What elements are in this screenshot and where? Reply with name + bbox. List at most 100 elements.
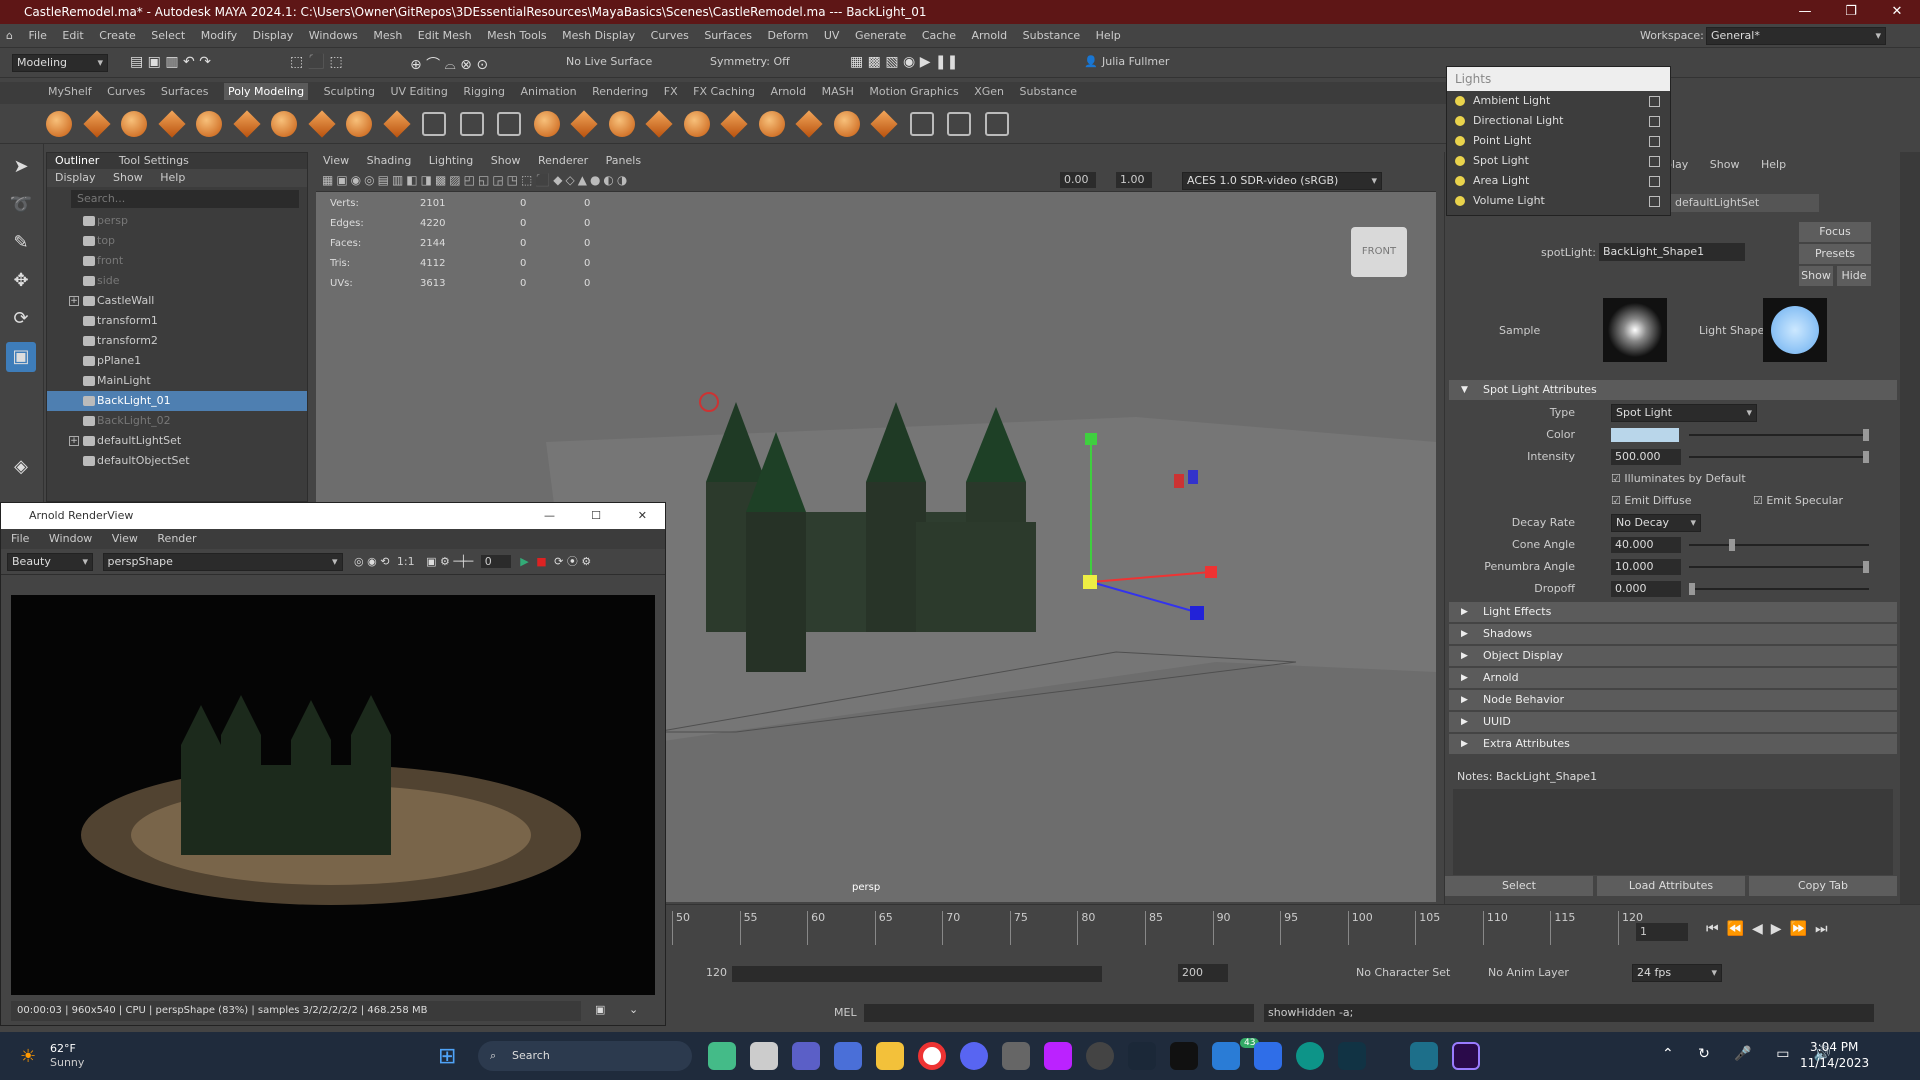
taskbar-app-icon[interactable]	[1296, 1042, 1324, 1070]
mail-icon[interactable]	[1212, 1042, 1240, 1070]
menu-help[interactable]: Help	[1096, 29, 1121, 42]
menu-create[interactable]: Create	[99, 29, 136, 42]
menu-arnold[interactable]: Arnold	[972, 29, 1008, 42]
section-header[interactable]: Object Display	[1449, 646, 1897, 666]
weather-temp[interactable]: 62°F	[50, 1042, 76, 1055]
command-input[interactable]	[864, 1004, 1254, 1022]
load-attributes-button[interactable]: Load Attributes	[1597, 876, 1745, 896]
poly-cone-icon[interactable]	[157, 110, 186, 138]
cone-field[interactable]: 40.000	[1611, 537, 1681, 553]
vp-menu-lighting[interactable]: Lighting	[429, 154, 473, 167]
poly-plane-icon[interactable]	[232, 110, 261, 138]
spot-light-attributes-header[interactable]: Spot Light Attributes	[1449, 380, 1897, 400]
vp-menu-shading[interactable]: Shading	[367, 154, 412, 167]
menu-select[interactable]: Select	[151, 29, 185, 42]
menu-edit[interactable]: Edit	[62, 29, 83, 42]
amazon-music-icon[interactable]	[1044, 1042, 1072, 1070]
presets-button[interactable]: Presets	[1799, 244, 1871, 264]
light-type-item[interactable]: Volume Light	[1447, 191, 1670, 211]
attr-menu-show[interactable]: Show	[1710, 158, 1740, 171]
sweep-mesh-icon[interactable]	[382, 110, 411, 138]
shelf-tab[interactable]: Arnold	[770, 85, 806, 98]
outliner-item[interactable]: + defaultLightSet	[47, 431, 307, 451]
menu-uv[interactable]: UV	[824, 29, 840, 42]
light-option-icon[interactable]	[1649, 116, 1660, 127]
outliner-menu-help[interactable]: Help	[160, 171, 185, 184]
light-option-icon[interactable]	[1649, 176, 1660, 187]
obs-icon[interactable]	[1086, 1042, 1114, 1070]
section-header[interactable]: Shadows	[1449, 624, 1897, 644]
color-slider[interactable]	[1689, 429, 1869, 441]
rv-refresh-icon[interactable]: ⟳ ⦿ ⚙	[554, 555, 591, 568]
smooth-icon[interactable]	[608, 111, 635, 137]
maya-icon[interactable]	[1410, 1042, 1438, 1070]
intensity-slider[interactable]	[1689, 451, 1869, 463]
color-swatch[interactable]	[1611, 428, 1679, 442]
outliner-item[interactable]: top	[47, 231, 307, 251]
shelf-tab[interactable]: Surfaces	[161, 85, 209, 98]
hide-button[interactable]: Hide	[1837, 266, 1871, 286]
mirror-icon[interactable]	[683, 111, 710, 137]
light-type-item[interactable]: Directional Light	[1447, 111, 1670, 131]
snapshot-icon[interactable]: ▣	[595, 1003, 605, 1016]
clock-date[interactable]: 11/14/2023	[1800, 1056, 1869, 1070]
penumbra-slider[interactable]	[1689, 561, 1869, 573]
dropoff-field[interactable]: 0.000	[1611, 581, 1681, 597]
cone-slider[interactable]	[1689, 539, 1869, 551]
shelf-tab[interactable]: Substance	[1020, 85, 1078, 98]
menu-display[interactable]: Display	[253, 29, 294, 42]
type-dropdown[interactable]: Spot Light	[1611, 404, 1757, 422]
minimize-button[interactable]: —	[1782, 0, 1828, 24]
attr-tab[interactable]: defaultLightSet	[1669, 194, 1819, 212]
light-option-icon[interactable]	[1649, 196, 1660, 207]
emit-diffuse-checkbox[interactable]: ☑ Emit Diffuse	[1611, 490, 1691, 512]
shelf-tab-active[interactable]: Poly Modeling	[223, 83, 309, 100]
panel-toolbar-icons[interactable]: ▦▣◉◎▤▥◧◨▩▨◰◱◲◳⬚⬛◆◇▲●◐◑	[322, 173, 630, 187]
rv-value-field[interactable]: 0	[480, 555, 511, 568]
menu-mesh[interactable]: Mesh	[373, 29, 402, 42]
light-option-icon[interactable]	[1649, 156, 1660, 167]
vp-menu-view[interactable]: View	[323, 154, 349, 167]
copy-tab-button[interactable]: Copy Tab	[1749, 876, 1897, 896]
menu-modify[interactable]: Modify	[201, 29, 237, 42]
rv-render-icon[interactable]: ▶	[520, 555, 528, 568]
render-icons[interactable]: ▦ ▩ ▧ ◉ ▶ ❚❚	[850, 54, 958, 70]
scale-tool-icon[interactable]: ▣	[6, 342, 36, 372]
expand-toggle-icon[interactable]: +	[69, 296, 79, 306]
maximize-button[interactable]: ❐	[1828, 0, 1874, 24]
outliner-item[interactable]: persp	[47, 211, 307, 231]
paint-select-icon[interactable]: ✎	[6, 228, 36, 258]
time-slider[interactable]: 50 55 60 65 70 75 80 85 90 95 100 105 110 115 120 1 ⏮⏪…	[666, 904, 1920, 954]
section-header[interactable]: Arnold	[1449, 668, 1897, 688]
shelf-tab[interactable]: XGen	[974, 85, 1004, 98]
menu-substance[interactable]: Substance	[1023, 29, 1081, 42]
live-surface-label[interactable]: No Live Surface	[566, 55, 652, 68]
snap-icons[interactable]: ⊕ ⌒ ⌓ ⊗ ⊙	[410, 54, 488, 74]
taskbar-app-icon[interactable]	[708, 1042, 736, 1070]
taskbar-app-icon[interactable]	[750, 1042, 778, 1070]
start-icon[interactable]: ⊞	[438, 1044, 456, 1069]
taskbar-app-icon[interactable]	[1338, 1042, 1366, 1070]
wedge-icon[interactable]	[870, 110, 898, 138]
symmetry-label[interactable]: Symmetry: Off	[710, 55, 790, 68]
outliner-item[interactable]: defaultObjectSet	[47, 451, 307, 471]
teams-icon[interactable]	[834, 1042, 862, 1070]
platonic-solid-icon[interactable]	[307, 110, 336, 138]
multi-cut-icon[interactable]	[909, 112, 934, 136]
expand-icon[interactable]: ⌄	[629, 1003, 638, 1016]
uv-editor-icon[interactable]	[497, 112, 521, 136]
move-tool-icon[interactable]: ✥	[6, 266, 36, 296]
shelf-tab[interactable]: Animation	[521, 85, 577, 98]
menu-file[interactable]: File	[28, 29, 46, 42]
rv-menu-view[interactable]: View	[112, 532, 138, 545]
epic-games-icon[interactable]	[1170, 1042, 1198, 1070]
shelf-tab[interactable]: MASH	[822, 85, 854, 98]
colorspace-dropdown[interactable]: ACES 1.0 SDR-video (sRGB)	[1182, 172, 1382, 190]
rv-minimize-button[interactable]: —	[544, 503, 555, 529]
extrude-icon[interactable]	[720, 110, 748, 138]
vp-menu-renderer[interactable]: Renderer	[538, 154, 588, 167]
steam-icon[interactable]	[1128, 1042, 1156, 1070]
shelf-tab[interactable]: MyShelf	[48, 85, 92, 98]
range-bar[interactable]	[732, 966, 1102, 982]
view-cube[interactable]: FRONT	[1351, 227, 1407, 277]
